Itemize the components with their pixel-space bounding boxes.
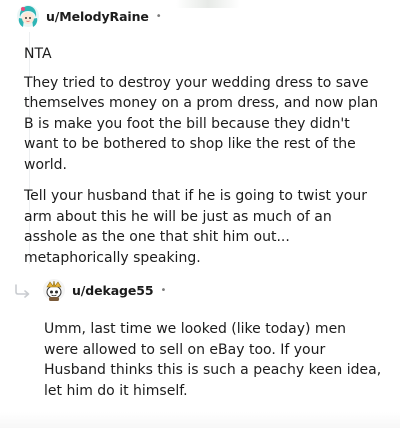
comment-body: NTA They tried to destroy your wedding d… (24, 44, 384, 279)
reply-arrow-icon (14, 283, 32, 298)
separator-dot: • (160, 284, 167, 296)
username-link[interactable]: u/dekage55 (72, 283, 154, 298)
reply-body: Umm, last time we looked (like today) me… (44, 319, 384, 401)
comment-paragraph: They tried to destroy your wedding dress… (24, 74, 379, 173)
username-link[interactable]: u/MelodyRaine (46, 9, 149, 24)
comment-paragraph: Umm, last time we looked (like today) me… (44, 321, 382, 399)
comment-header-dekage55: u/dekage55 • (14, 278, 166, 302)
bottom-fade (0, 412, 400, 428)
comment-header-melodyraine: u/MelodyRaine • (16, 4, 162, 28)
top-fade (176, 0, 240, 8)
separator-dot: • (155, 10, 162, 22)
anime-girl-avatar-icon[interactable] (16, 4, 40, 28)
comment-thread: u/MelodyRaine • NTA They tried to destro… (0, 0, 400, 428)
comment-paragraph: NTA (24, 46, 52, 62)
snoo-avatar-icon[interactable] (42, 278, 66, 302)
comment-paragraph: Tell your husband that if he is going to… (24, 188, 367, 266)
